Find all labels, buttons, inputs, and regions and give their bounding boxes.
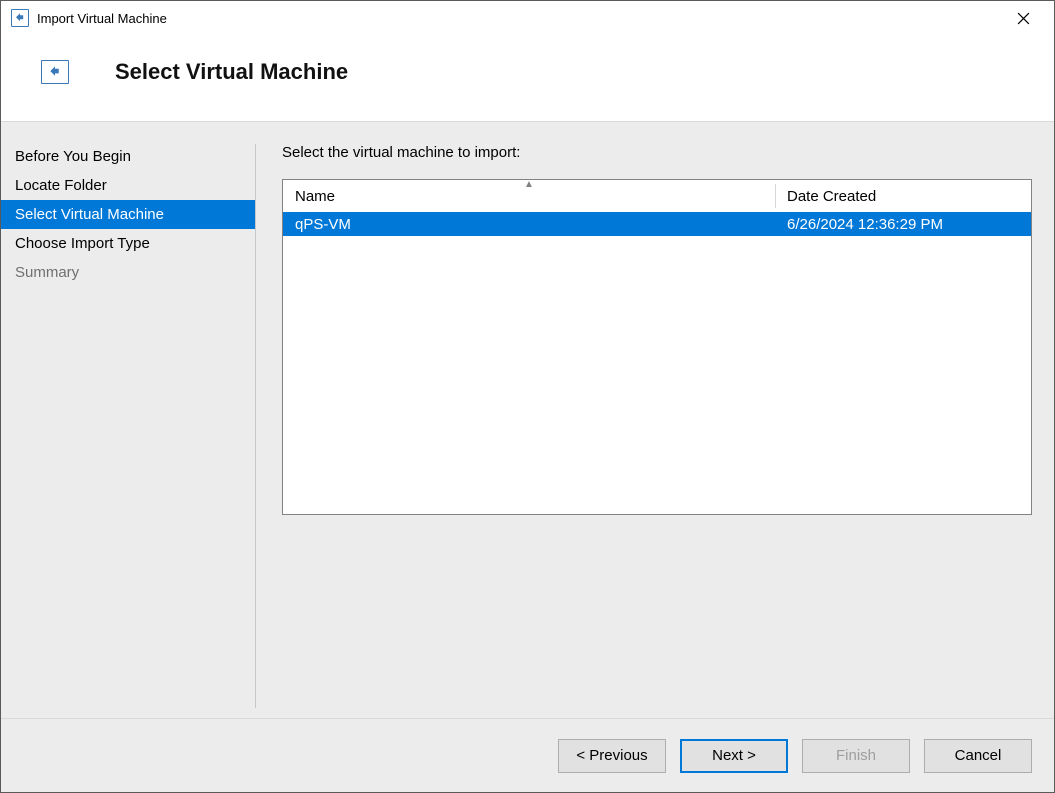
- import-icon: [41, 60, 69, 84]
- page-title: Select Virtual Machine: [115, 59, 348, 85]
- list-rows: qPS-VM 6/26/2024 12:36:29 PM: [283, 212, 1031, 514]
- vm-name-cell: qPS-VM: [283, 212, 775, 236]
- vm-list: ▲ Name Date Created qPS-VM 6/26/2024 12:…: [282, 179, 1032, 515]
- column-header-name[interactable]: ▲ Name: [283, 180, 775, 212]
- step-choose-import-type[interactable]: Choose Import Type: [1, 229, 255, 258]
- step-summary: Summary: [1, 258, 255, 287]
- next-button[interactable]: Next >: [680, 739, 788, 773]
- wizard-header: Select Virtual Machine: [1, 35, 1054, 121]
- column-header-name-label: Name: [295, 188, 335, 205]
- instruction-text: Select the virtual machine to import:: [282, 144, 1032, 161]
- previous-button[interactable]: < Previous: [558, 739, 666, 773]
- step-before-you-begin[interactable]: Before You Begin: [1, 142, 255, 171]
- step-select-vm[interactable]: Select Virtual Machine: [1, 200, 255, 229]
- finish-button: Finish: [802, 739, 910, 773]
- import-icon: [11, 9, 29, 27]
- titlebar: Import Virtual Machine: [1, 1, 1054, 35]
- list-header-row: ▲ Name Date Created: [283, 180, 1031, 212]
- step-locate-folder[interactable]: Locate Folder: [1, 171, 255, 200]
- import-vm-wizard: Import Virtual Machine Select Virtual Ma…: [0, 0, 1055, 793]
- table-row[interactable]: qPS-VM 6/26/2024 12:36:29 PM: [283, 212, 1031, 236]
- close-button[interactable]: [1000, 3, 1046, 33]
- column-header-date-label: Date Created: [787, 188, 876, 205]
- main-content: Select the virtual machine to import: ▲ …: [256, 122, 1054, 718]
- vm-date-cell: 6/26/2024 12:36:29 PM: [775, 212, 1031, 236]
- cancel-button[interactable]: Cancel: [924, 739, 1032, 773]
- sort-ascending-icon: ▲: [524, 179, 534, 190]
- close-icon: [1017, 12, 1030, 25]
- wizard-footer: < Previous Next > Finish Cancel: [1, 718, 1054, 792]
- wizard-body: Before You Begin Locate Folder Select Vi…: [1, 121, 1054, 718]
- window-title: Import Virtual Machine: [37, 11, 1000, 26]
- wizard-steps: Before You Begin Locate Folder Select Vi…: [1, 122, 255, 718]
- column-header-date[interactable]: Date Created: [775, 180, 1031, 212]
